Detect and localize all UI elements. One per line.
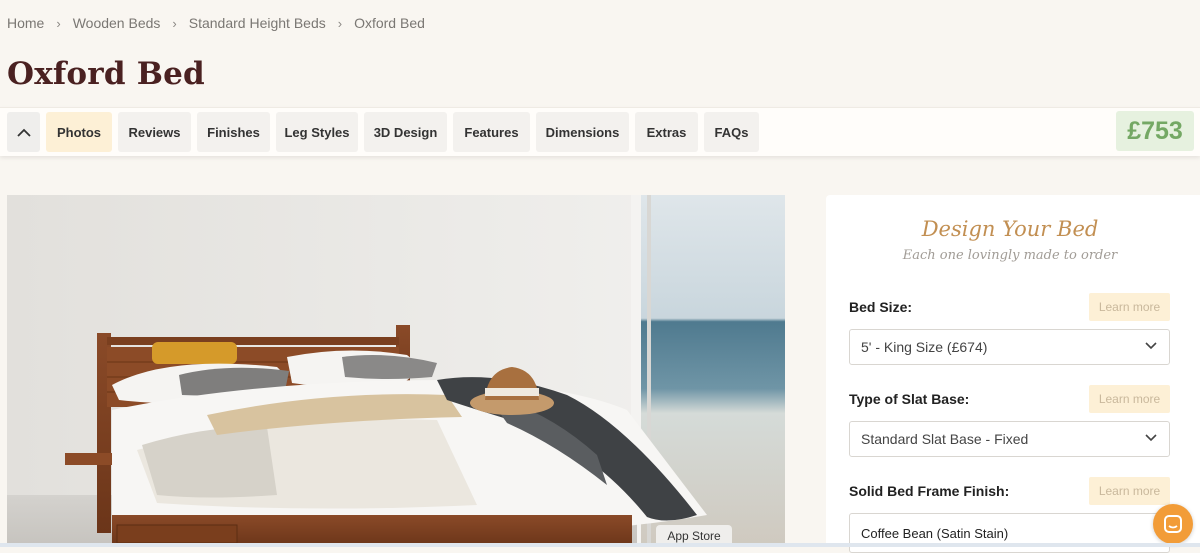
bed-size-learn-more-button[interactable]: Learn more bbox=[1089, 293, 1170, 321]
breadcrumb-wooden-beds[interactable]: Wooden Beds bbox=[73, 15, 161, 31]
tab-finishes[interactable]: Finishes bbox=[197, 112, 270, 152]
tab-leg-styles[interactable]: Leg Styles bbox=[276, 112, 358, 152]
section-tab-bar: Photos Reviews Finishes Leg Styles 3D De… bbox=[0, 107, 1200, 156]
tab-extras[interactable]: Extras bbox=[635, 112, 698, 152]
frame-finish-learn-more-button[interactable]: Learn more bbox=[1089, 477, 1170, 505]
chevron-up-icon bbox=[16, 128, 31, 137]
bottom-edge bbox=[0, 543, 1200, 547]
slat-base-value: Standard Slat Base - Fixed bbox=[861, 431, 1029, 447]
tab-dimensions[interactable]: Dimensions bbox=[536, 112, 629, 152]
bed-size-label: Bed Size: bbox=[849, 299, 913, 315]
design-panel-title: Design Your Bed bbox=[921, 217, 1099, 241]
chat-icon bbox=[1164, 515, 1182, 533]
chevron-right-icon: › bbox=[337, 15, 343, 31]
chevron-right-icon: › bbox=[56, 15, 61, 31]
slat-base-select[interactable]: Standard Slat Base - Fixed bbox=[849, 421, 1170, 457]
chevron-down-icon bbox=[1145, 342, 1157, 350]
frame-finish-value: Coffee Bean (Satin Stain) bbox=[861, 525, 1009, 541]
design-your-bed-panel: Design Your Bed Each one lovingly made t… bbox=[826, 195, 1200, 553]
breadcrumb: Home › Wooden Beds › Standard Height Bed… bbox=[7, 13, 425, 33]
breadcrumb-standard-height-beds[interactable]: Standard Height Beds bbox=[189, 15, 326, 31]
chat-launcher-button[interactable] bbox=[1153, 504, 1193, 544]
chevron-right-icon: › bbox=[172, 15, 177, 31]
bed-photo-illustration bbox=[7, 195, 785, 547]
tab-features[interactable]: Features bbox=[453, 112, 530, 152]
slat-base-learn-more-button[interactable]: Learn more bbox=[1089, 385, 1170, 413]
bed-size-select[interactable]: 5' - King Size (£674) bbox=[849, 329, 1170, 365]
tab-photos[interactable]: Photos bbox=[46, 112, 112, 152]
tab-faqs[interactable]: FAQs bbox=[704, 112, 759, 152]
bed-size-value: 5' - King Size (£674) bbox=[861, 339, 988, 355]
page-title: Oxford Bed bbox=[7, 56, 205, 92]
tab-3d-design[interactable]: 3D Design bbox=[364, 112, 447, 152]
slat-base-label: Type of Slat Base: bbox=[849, 391, 970, 407]
chevron-down-icon bbox=[1145, 434, 1157, 442]
breadcrumb-home[interactable]: Home bbox=[7, 15, 44, 31]
design-panel-subtitle: Each one lovingly made to order bbox=[902, 248, 1118, 263]
price-badge: £753 bbox=[1116, 111, 1194, 151]
product-photo[interactable] bbox=[7, 195, 785, 547]
frame-finish-select[interactable]: Coffee Bean (Satin Stain) bbox=[849, 513, 1170, 553]
collapse-toggle-button[interactable] bbox=[7, 112, 40, 152]
frame-finish-label: Solid Bed Frame Finish: bbox=[849, 483, 1010, 499]
breadcrumb-current: Oxford Bed bbox=[354, 15, 425, 31]
tab-reviews[interactable]: Reviews bbox=[118, 112, 191, 152]
